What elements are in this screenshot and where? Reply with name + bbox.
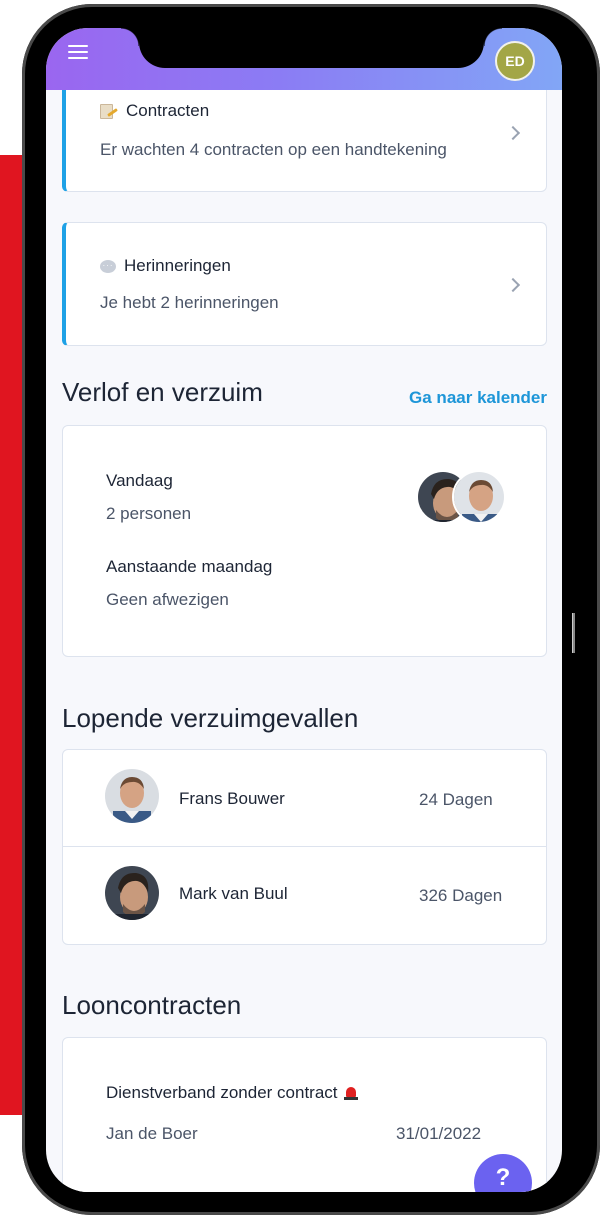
list-divider [62,846,547,847]
avatar-frans[interactable] [452,470,506,524]
notification-title-row: ··· Herinneringen [100,256,231,276]
monday-label: Aanstaande maandag [106,557,273,576]
hamburger-menu-icon[interactable] [68,45,88,59]
payroll-person: Jan de Boer [106,1124,198,1143]
section-title-absence: Lopende verzuimgevallen [62,703,359,733]
today-value: 2 personen [106,504,192,523]
row-name: Frans Bouwer [179,789,285,808]
chat-bubble-icon: ··· [100,259,116,273]
calendar-link[interactable]: Ga naar kalender [409,388,547,408]
notification-title: Contracten [126,101,210,120]
section-title-payroll: Looncontracten [62,990,242,1020]
payroll-date: 31/01/2022 [396,1124,482,1143]
row-days: 326 Dagen [419,886,503,905]
chevron-right-icon [505,125,521,141]
row-name: Mark van Buul [179,884,288,903]
notification-subtitle: Je hebt 2 herinneringen [100,293,279,312]
avatar-mark [105,866,159,920]
avatar-frans [105,769,159,823]
chevron-right-icon [505,277,521,293]
notification-title-row: Contracten [100,101,209,121]
leave-card [62,425,547,657]
siren-alert-icon [343,1086,358,1100]
scrollbar-handle[interactable] [572,613,575,653]
payroll-item-title: Dienstverband zonder contract [106,1083,338,1102]
today-label: Vandaag [106,471,173,490]
notification-subtitle: Er wachten 4 contracten op een handteken… [100,140,447,159]
background-red-bar [0,155,22,1115]
notification-title: Herinneringen [124,256,231,275]
user-avatar[interactable]: ED [495,41,535,81]
help-button-label: ? [495,1164,511,1191]
payroll-card[interactable] [62,1037,547,1192]
section-title-leave: Verlof en verzuim [62,377,263,407]
row-days: 24 Dagen [419,790,493,809]
notification-card-reminders[interactable]: ··· Herinneringen Je hebt 2 herinneringe… [62,222,547,346]
contract-document-icon [100,103,118,119]
app-screen: Contracten Er wachten 4 contracten op ee… [46,28,562,1192]
payroll-item-title-row: Dienstverband zonder contract [106,1083,358,1103]
notification-card-contracts[interactable]: Contracten Er wachten 4 contracten op ee… [62,80,547,192]
phone-notch [121,28,502,68]
monday-value: Geen afwezigen [106,590,229,609]
